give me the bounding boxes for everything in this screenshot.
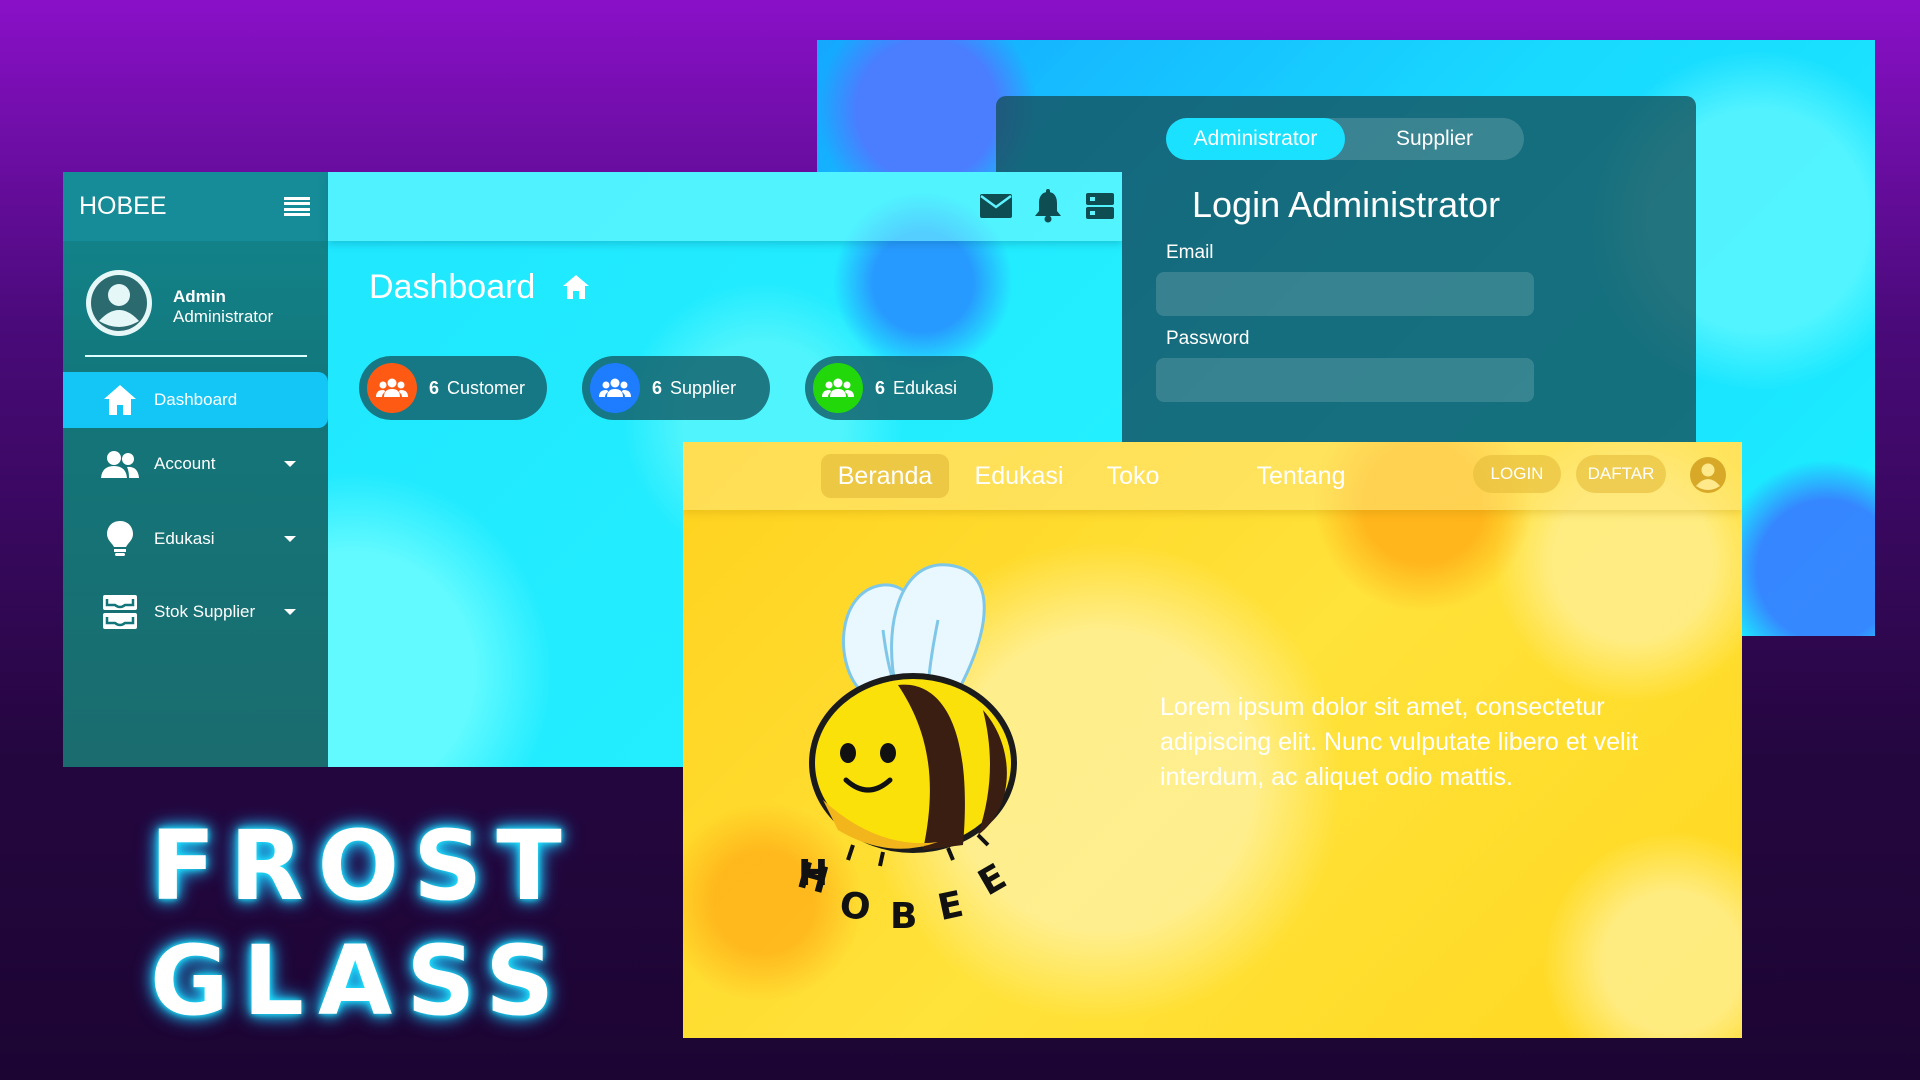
lightbulb-icon: [100, 519, 140, 559]
password-field[interactable]: [1156, 358, 1534, 402]
group-icon: [590, 363, 640, 413]
email-label: Email: [1166, 242, 1214, 263]
tab-administrator[interactable]: Administrator: [1166, 118, 1345, 160]
hamburger-menu-icon[interactable]: [284, 196, 310, 217]
profile-role: Administrator: [173, 307, 274, 326]
user-profile: Admin Administrator: [63, 241, 328, 357]
sidebar-item-edukasi[interactable]: Edukasi: [63, 511, 328, 567]
stat-card-supplier[interactable]: 6 Supplier: [582, 356, 770, 420]
landing-navbar: Beranda Edukasi Toko Tentang LOGIN DAFTA…: [683, 442, 1742, 510]
stat-label: Edukasi: [893, 377, 958, 398]
password-label: Password: [1166, 328, 1250, 349]
nav-link-tentang[interactable]: Tentang: [1245, 454, 1357, 498]
bell-icon[interactable]: [1028, 186, 1068, 226]
headline-line-2: GLASS: [150, 925, 569, 1037]
login-title: Login Administrator: [1192, 184, 1501, 225]
home-icon: [563, 275, 589, 299]
nav-link-beranda[interactable]: Beranda: [821, 454, 949, 498]
svg-text:E: E: [934, 884, 967, 929]
profile-divider: [85, 355, 307, 357]
sidebar-item-label: Stok Supplier: [154, 602, 256, 621]
sidebar-item-label: Account: [154, 454, 216, 473]
nav-link-toko[interactable]: Toko: [1091, 454, 1175, 498]
users-icon: [100, 444, 140, 484]
stat-card-edukasi[interactable]: 6 Edukasi: [805, 356, 993, 420]
stat-label: Customer: [447, 377, 526, 398]
page-title: Dashboard: [369, 268, 536, 306]
register-button[interactable]: DAFTAR: [1576, 455, 1666, 493]
login-role-tabs: Administrator Supplier: [1166, 118, 1524, 160]
svg-text:E: E: [972, 856, 1014, 904]
stat-card-customer[interactable]: 6 Customer: [359, 356, 547, 420]
account-circle-icon[interactable]: [1689, 456, 1727, 494]
hobee-bee-logo: H H O B E E: [793, 563, 1017, 930]
profile-name: Admin: [173, 287, 226, 306]
svg-text:O: O: [837, 884, 873, 929]
svg-text:B: B: [890, 896, 917, 930]
tab-supplier[interactable]: Supplier: [1345, 118, 1524, 160]
headline-line-1: FROST: [150, 810, 576, 922]
sidebar: HOBEE Admin Administrator Dashboard Acco…: [63, 172, 328, 767]
avatar: [86, 270, 152, 336]
sidebar-item-label: Edukasi: [154, 529, 215, 548]
hobee-landing-window: Beranda Edukasi Toko Tentang LOGIN DAFTA…: [683, 442, 1742, 1038]
stat-count: 6: [875, 377, 886, 398]
group-icon: [813, 363, 863, 413]
login-button[interactable]: LOGIN: [1473, 455, 1561, 493]
stat-count: 6: [429, 377, 440, 398]
brand-logo-text: HOBEE: [79, 192, 167, 220]
sidebar-item-dashboard[interactable]: Dashboard: [63, 372, 328, 428]
sidebar-item-stok-supplier[interactable]: Stok Supplier: [63, 584, 328, 640]
stat-label: Supplier: [670, 377, 737, 398]
hero-description: Lorem ipsum dolor sit amet, consectetur …: [1160, 693, 1639, 791]
chevron-down-icon[interactable]: [284, 461, 296, 467]
server-icon[interactable]: [1080, 186, 1120, 226]
sidebar-item-label: Dashboard: [154, 390, 238, 409]
stat-count: 6: [652, 377, 663, 398]
chevron-down-icon[interactable]: [284, 536, 296, 542]
sidebar-header: HOBEE: [63, 172, 328, 241]
chevron-down-icon[interactable]: [284, 609, 296, 615]
dashboard-topbar: [328, 172, 1122, 241]
inbox-icon: [100, 592, 140, 632]
group-icon: [367, 363, 417, 413]
nav-link-edukasi[interactable]: Edukasi: [961, 454, 1077, 498]
sidebar-item-account[interactable]: Account: [63, 436, 328, 492]
email-field[interactable]: [1156, 272, 1534, 316]
mail-icon[interactable]: [976, 186, 1016, 226]
home-icon: [100, 380, 140, 420]
